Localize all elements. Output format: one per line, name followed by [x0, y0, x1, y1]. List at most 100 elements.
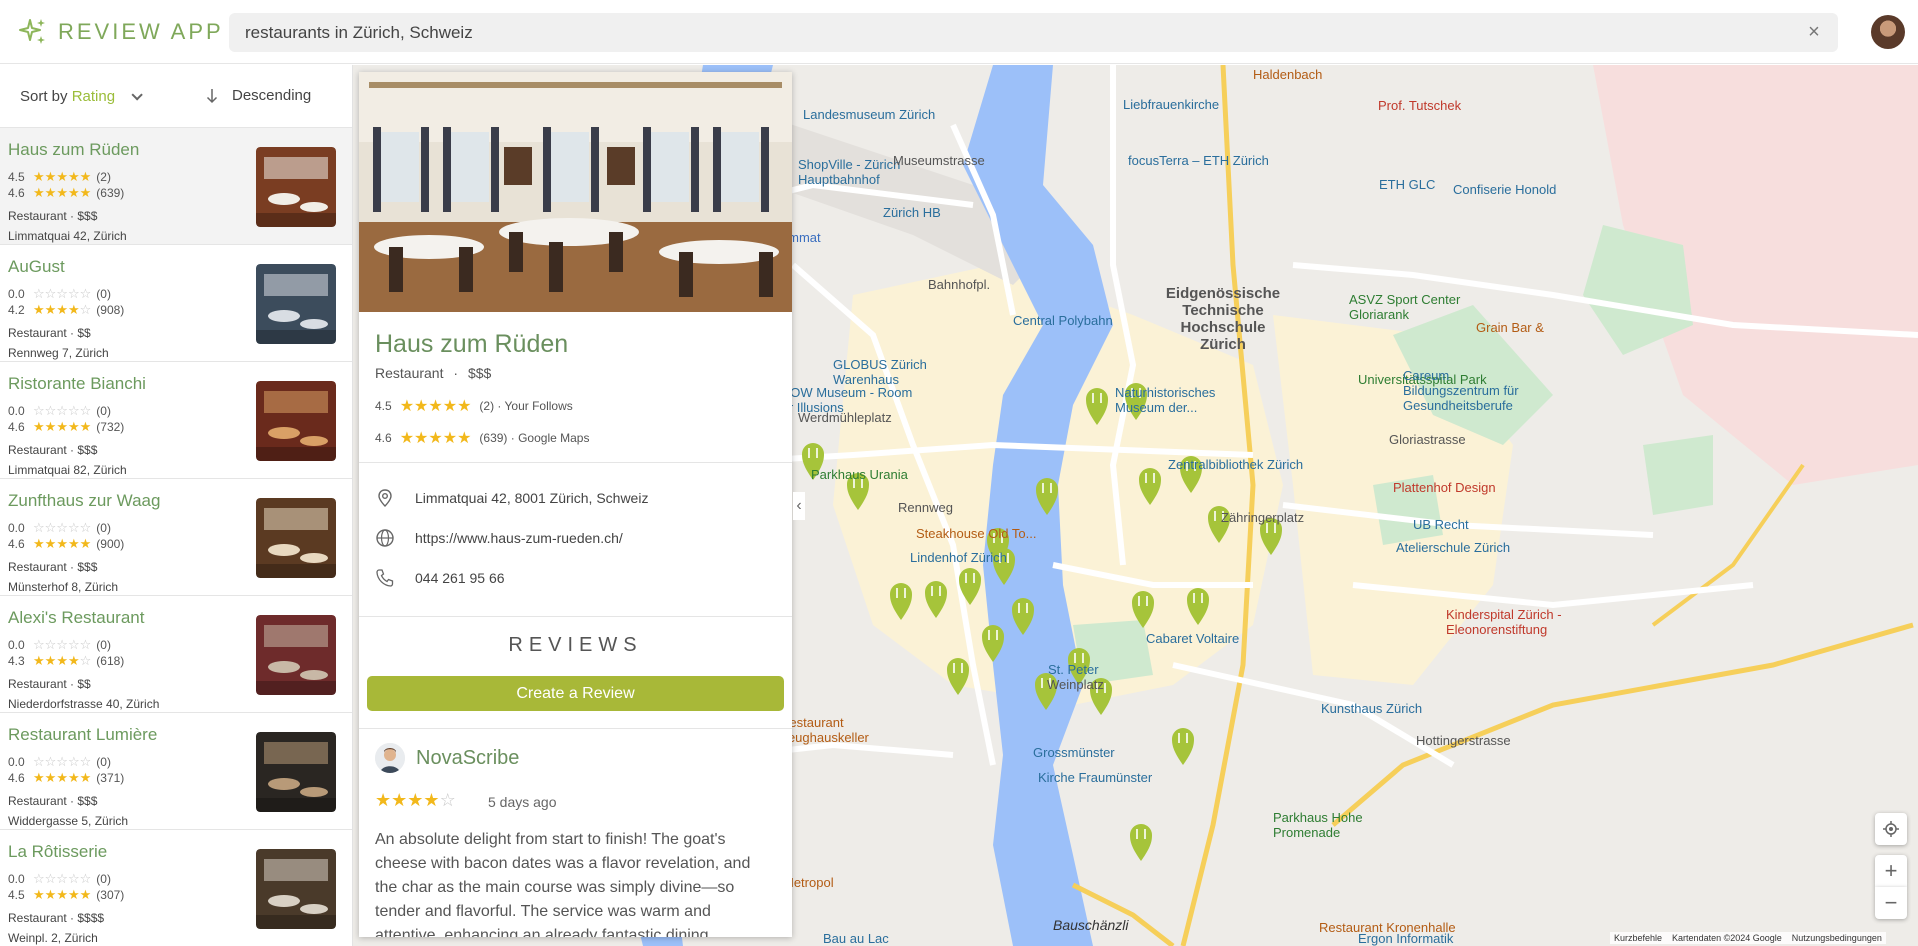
map-label[interactable]: Careum Bildungszentrum für Gesundheitsbe… [1403, 368, 1543, 413]
list-item-google-value: 4.6 [8, 771, 25, 785]
restaurant-list-item[interactable]: Alexi's Restaurant 0.0 ☆☆☆☆☆ (0) 4.3 ★★★… [0, 596, 352, 713]
list-item-name[interactable]: Zunfthaus zur Waag [8, 491, 160, 511]
app-logo[interactable]: REVIEW APP [18, 17, 224, 47]
list-item-google-count: (307) [96, 888, 125, 902]
list-item-name[interactable]: Haus zum Rüden [8, 140, 139, 160]
reviewer-name[interactable]: NovaScribe [416, 747, 519, 770]
sort-by-value: Rating [71, 88, 116, 105]
reviewer-avatar [375, 743, 405, 773]
map-label[interactable]: Gloriastrasse [1389, 432, 1466, 447]
list-item-name[interactable]: La Rôtisserie [8, 842, 107, 862]
map-label[interactable]: UB Recht [1413, 517, 1469, 532]
map-label[interactable]: ETH GLC [1379, 177, 1435, 192]
restaurant-list-item[interactable]: AuGust 0.0 ☆☆☆☆☆ (0) 4.2 ★★★★☆ (908) Res… [0, 245, 352, 362]
list-item-google-stars: ★★★★★ [33, 770, 92, 785]
attribution-terms[interactable]: Nutzungsbedingungen [1792, 933, 1882, 943]
list-item-name[interactable]: AuGust [8, 257, 65, 277]
list-item-follows-value: 0.0 [8, 521, 25, 535]
map-label[interactable]: Bauschänzli [1053, 917, 1129, 933]
restaurant-detail-panel: Haus zum Rüden Restaurant · $$$ 4.5 ★★★★… [359, 72, 792, 937]
map-label[interactable]: Eidgenössische Technische Hochschule Zür… [1158, 285, 1288, 353]
list-item-google-value: 4.6 [8, 537, 25, 551]
list-item-meta: Restaurant · $$$ [8, 443, 98, 457]
list-item-follows-rating: 0.0 ☆☆☆☆☆ (0) [8, 754, 111, 770]
map-label[interactable]: Museumstrasse [893, 153, 985, 168]
restaurant-list-item[interactable]: Ristorante Bianchi 0.0 ☆☆☆☆☆ (0) 4.6 ★★★… [0, 362, 352, 479]
app-root: REVIEW APP × Sort by Rating Descending H… [0, 0, 1918, 946]
restaurant-list-item[interactable]: La Rôtisserie 0.0 ☆☆☆☆☆ (0) 4.5 ★★★★★ (3… [0, 830, 352, 946]
clear-search-icon[interactable]: × [1804, 22, 1824, 42]
map-label[interactable]: Atelierschule Zürich [1396, 540, 1510, 555]
search-input[interactable] [229, 13, 1769, 52]
website-row[interactable]: https://www.haus-zum-rueden.ch/ [375, 528, 623, 548]
list-item-thumbnail [256, 498, 336, 578]
sort-by-dropdown[interactable]: Sort by Rating [20, 88, 144, 105]
list-item-follows-rating: 0.0 ☆☆☆☆☆ (0) [8, 520, 111, 536]
my-location-button[interactable] [1875, 813, 1907, 845]
map-label[interactable]: Landesmuseum Zürich [803, 107, 935, 122]
map-label[interactable]: ASVZ Sport Center Gloriarank [1349, 292, 1489, 322]
list-item-google-stars: ★★★★★ [33, 536, 92, 551]
map-label[interactable]: Kirche Fraumünster [1038, 770, 1152, 785]
map-label[interactable]: Parkhaus Urania [811, 467, 908, 482]
review-stars: ★★★★☆ [375, 790, 456, 810]
map-label[interactable]: Naturhistorisches Museum der... [1115, 385, 1255, 415]
phone-row[interactable]: 044 261 95 66 [375, 568, 505, 588]
map-label[interactable]: Cabaret Voltaire [1146, 631, 1239, 646]
chevron-down-icon [131, 89, 144, 101]
map-label[interactable]: Steakhouse Old To... [916, 526, 1036, 541]
attribution-shortcuts[interactable]: Kurzbefehle [1614, 933, 1662, 943]
sort-bar: Sort by Rating Descending [0, 65, 352, 128]
map-label[interactable]: Central Polybahn [1013, 313, 1113, 328]
zoom-out-button[interactable]: − [1875, 887, 1907, 919]
map-label[interactable]: Liebfrauenkirche [1123, 97, 1219, 112]
map-label[interactable]: Ergon Informatik [1358, 931, 1453, 946]
map-label[interactable]: Zähringerplatz [1221, 510, 1304, 525]
map-label[interactable]: Bahnhofpl. [928, 277, 990, 292]
restaurant-list-item[interactable]: Restaurant Lumière 0.0 ☆☆☆☆☆ (0) 4.6 ★★★… [0, 713, 352, 830]
user-avatar[interactable] [1871, 15, 1905, 49]
list-item-thumbnail [256, 264, 336, 344]
map-label[interactable]: Restaurant Zeughauskeller [780, 715, 920, 745]
list-item-address: Limmatquai 82, Zürich [8, 463, 127, 477]
map-label[interactable]: Grain Bar & [1476, 320, 1544, 335]
phone-number[interactable]: 044 261 95 66 [415, 570, 505, 586]
restaurant-list-item[interactable]: Haus zum Rüden 4.5 ★★★★★ (2) 4.6 ★★★★★ (… [0, 128, 352, 245]
map-label[interactable]: Lindenhof Zürich [910, 550, 1007, 565]
map-label[interactable]: Zürich HB [883, 205, 941, 220]
sort-direction-toggle[interactable]: Descending [206, 87, 311, 104]
restaurant-list-item[interactable]: Zunfthaus zur Waag 0.0 ☆☆☆☆☆ (0) 4.6 ★★★… [0, 479, 352, 596]
map-label[interactable]: Kinderspital Zürich - Eleonorenstiftung [1446, 607, 1586, 637]
location-pin-icon [378, 489, 392, 507]
map-label[interactable]: Confiserie Honold [1453, 182, 1556, 197]
create-review-button[interactable]: Create a Review [367, 676, 784, 711]
collapse-panel-button[interactable]: ‹ [793, 492, 805, 520]
map-label[interactable]: St. Peter [1048, 662, 1099, 677]
map-label[interactable]: Grossmünster [1033, 745, 1115, 760]
app-name: REVIEW APP [58, 19, 224, 44]
zoom-in-button[interactable]: + [1875, 855, 1907, 887]
map-label[interactable]: Haldenbach [1253, 67, 1322, 82]
list-item-name[interactable]: Alexi's Restaurant [8, 608, 144, 628]
map-label[interactable]: Zentralbibliothek Zürich [1168, 457, 1303, 472]
list-item-thumbnail [256, 147, 336, 227]
list-item-follows-value: 0.0 [8, 287, 25, 301]
map-label[interactable]: Hottingerstrasse [1416, 733, 1511, 748]
list-item-follows-value: 0.0 [8, 872, 25, 886]
list-item-name[interactable]: Ristorante Bianchi [8, 374, 146, 394]
list-item-google-rating: 4.6 ★★★★★ (371) [8, 770, 124, 786]
list-item-google-rating: 4.6 ★★★★★ (900) [8, 536, 124, 552]
map-label[interactable]: GLOBUS Zürich Warenhaus [833, 357, 973, 387]
map-label[interactable]: Kunsthaus Zürich [1321, 701, 1422, 716]
map-label[interactable]: Prof. Tutschek [1378, 98, 1461, 113]
website-link[interactable]: https://www.haus-zum-rueden.ch/ [415, 530, 623, 546]
list-item-follows-rating: 4.5 ★★★★★ (2) [8, 169, 111, 185]
map-label[interactable]: focusTerra – ETH Zürich [1128, 153, 1269, 168]
list-item-name[interactable]: Restaurant Lumière [8, 725, 157, 745]
map-label[interactable]: Werdmühleplatz [798, 410, 892, 425]
map-label[interactable]: Parkhaus Hohe Promenade [1273, 810, 1413, 840]
map-label[interactable]: Bau au Lac [823, 931, 889, 946]
map-label[interactable]: Rennweg [898, 500, 953, 515]
map-label[interactable]: Plattenhof Design [1393, 480, 1496, 495]
map-label[interactable]: Weinplatz [1047, 677, 1104, 692]
